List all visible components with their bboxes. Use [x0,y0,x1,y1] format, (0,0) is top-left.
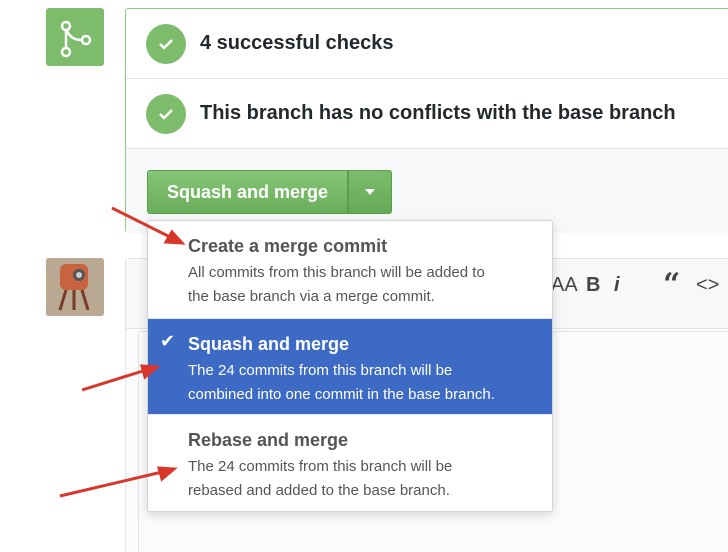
checks-text: 4 successful checks [200,32,394,54]
merge-panel: 4 successful checks This branch has no c… [125,8,728,233]
avatar[interactable] [46,258,104,316]
conflicts-text: This branch has no conflicts with the ba… [200,102,676,124]
italic-button[interactable]: i [614,274,620,297]
menu-item-rebase-and-merge[interactable]: Rebase and merge The 24 commits from thi… [148,415,552,511]
conflicts-row: This branch has no conflicts with the ba… [126,79,728,149]
merge-method-dropdown-button[interactable] [348,170,392,214]
check-icon [146,23,186,64]
menu-item-squash-and-merge[interactable]: ✔ Squash and merge The 24 commits from t… [148,319,552,415]
code-button[interactable]: <> [696,274,719,297]
menu-item-desc: The 24 commits from this branch will be [188,458,453,475]
menu-item-desc: All commits from this branch will be add… [188,264,485,281]
check-icon [146,93,186,134]
menu-item-desc: rebased and added to the base branch. [188,482,450,499]
menu-item-desc: The 24 commits from this branch will be [188,362,453,379]
quote-button[interactable]: “ [663,267,680,302]
menu-item-title: Create a merge commit [188,236,388,256]
menu-item-desc: combined into one commit in the base bra… [188,386,495,403]
checks-row[interactable]: 4 successful checks [126,9,728,79]
heading-button[interactable]: AA [551,274,578,297]
squash-and-merge-button[interactable]: Squash and merge [147,170,348,214]
bold-button[interactable]: B [586,274,600,297]
menu-item-desc: the base branch via a merge commit. [188,288,435,305]
merge-method-menu: Create a merge commit All commits from t… [147,220,553,512]
checkmark-icon: ✔ [160,331,176,351]
git-merge-icon [46,8,104,66]
menu-item-title: Rebase and merge [188,430,349,450]
menu-item-create-merge-commit[interactable]: Create a merge commit All commits from t… [148,221,552,319]
caret-down-icon [365,189,375,195]
menu-item-title: Squash and merge [188,334,350,354]
